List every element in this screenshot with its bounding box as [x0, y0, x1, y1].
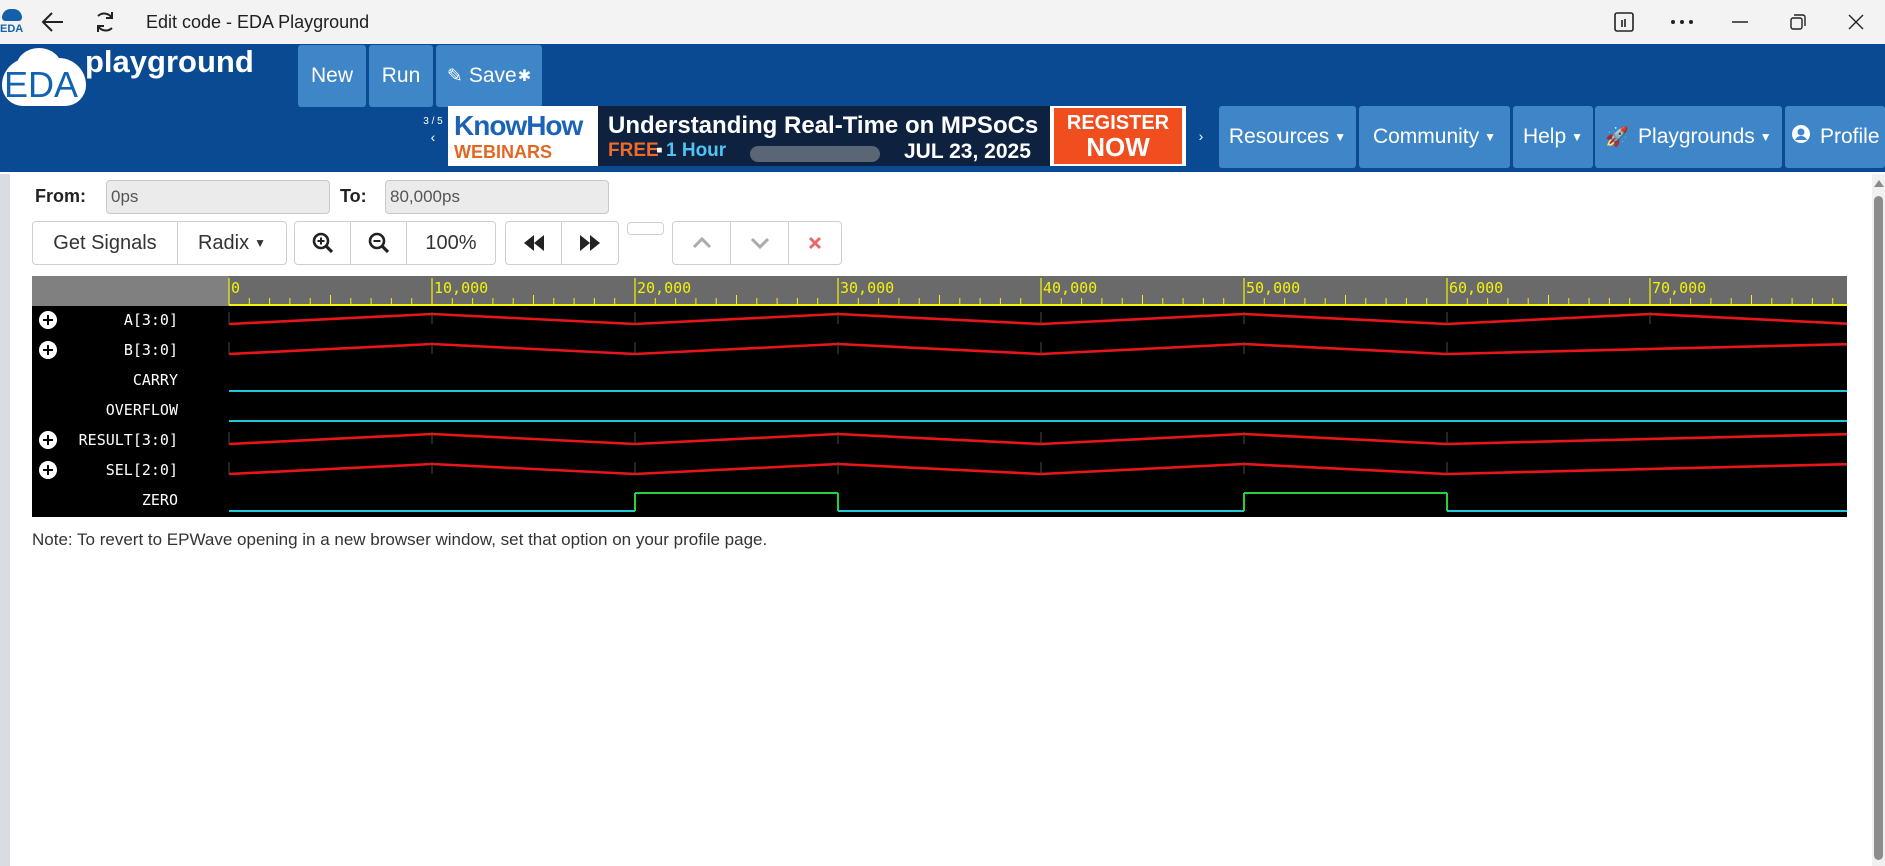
expand-signal-icon [39, 431, 57, 449]
empty-toggle-button[interactable] [627, 222, 664, 235]
chevron-down-icon [750, 237, 769, 249]
register-now-button[interactable]: REGISTER NOW [1054, 108, 1182, 164]
zoom-in-button[interactable] [295, 222, 351, 264]
ad-counter: 3 / 5 [423, 116, 443, 127]
from-label: From: [35, 186, 86, 206]
expand-signal-icon [39, 461, 57, 479]
tick-label: 60,000 [1449, 279, 1503, 297]
caret-down-icon: ▼ [1571, 130, 1584, 144]
fast-backward-icon [523, 235, 544, 251]
radix-dropdown[interactable]: Radix ▼ [178, 222, 286, 264]
signal-name: ZERO [142, 491, 178, 509]
run-button[interactable]: Run [369, 45, 433, 107]
vertical-scrollbar[interactable] [1872, 174, 1885, 866]
close-icon [808, 236, 822, 250]
signal-name: SEL[2:0] [106, 461, 178, 479]
nav-profile[interactable]: Profile [1785, 106, 1885, 168]
back-arrow-icon[interactable] [36, 5, 70, 39]
tick-label: 20,000 [637, 279, 691, 297]
ad-banner[interactable]: KnowHow WEBINARS Understanding Real-Time… [448, 106, 1186, 166]
tick-label: 0 [231, 279, 240, 297]
app-available-icon[interactable] [1595, 0, 1653, 44]
zoom-out-icon [368, 232, 389, 254]
rocket-icon: 🚀 [1605, 127, 1630, 148]
signal-name: RESULT[3:0] [79, 431, 178, 449]
unsaved-mark: ✱ [517, 68, 532, 85]
epwave-note: Note: To revert to EPWave opening in a n… [32, 530, 768, 549]
get-signals-button[interactable]: Get Signals [33, 222, 178, 264]
tick-label: 40,000 [1043, 279, 1097, 297]
left-strip [0, 174, 10, 866]
window-title: Edit code - EDA Playground [146, 11, 370, 32]
user-circle-icon [1791, 124, 1811, 150]
tick-label: 10,000 [434, 279, 488, 297]
ad-prev-button[interactable]: 3 / 5 ‹ [420, 110, 446, 168]
caret-down-icon: ▼ [1334, 130, 1347, 144]
tick-label: 50,000 [1246, 279, 1300, 297]
nav-resources[interactable]: Resources ▼ [1219, 106, 1356, 168]
browser-titlebar: EDA Edit code - EDA Playground [0, 0, 1885, 44]
zoom-level[interactable]: 100% [407, 222, 495, 264]
tick-label: 70,000 [1652, 279, 1706, 297]
to-label: To: [340, 186, 367, 206]
pencil-icon: ✎ [446, 65, 463, 87]
signal-name: OVERFLOW [106, 401, 179, 419]
scroll-thumb [1874, 196, 1883, 860]
ruler-corner [32, 276, 229, 306]
nav-community[interactable]: Community ▼ [1359, 106, 1510, 168]
app-logo-icon: EDA [0, 7, 26, 37]
refresh-icon[interactable] [88, 5, 122, 39]
to-input[interactable] [385, 180, 609, 214]
caret-down-icon: ▼ [254, 236, 267, 250]
chevron-right-icon: › [1198, 128, 1204, 144]
new-button[interactable]: New [298, 45, 366, 107]
waveform-viewer[interactable]: 0 10,000 20,000 30,000 40,000 50,000 60,000 70,… [32, 276, 1847, 517]
nav-help[interactable]: Help ▼ [1513, 106, 1593, 168]
caret-down-icon: ▼ [1484, 130, 1497, 144]
zoom-out-button[interactable] [351, 222, 407, 264]
close-window-icon[interactable] [1827, 0, 1885, 44]
site-header: EDA playground New Run ✎ Save ✱ 3 / 5 ‹ K… [0, 44, 1885, 172]
waveform-background [32, 276, 1847, 517]
save-button[interactable]: ✎ Save ✱ [436, 45, 542, 107]
restore-icon[interactable] [1769, 0, 1827, 44]
nav-playgrounds[interactable]: 🚀 Playgrounds ▼ [1595, 106, 1782, 168]
from-input[interactable] [106, 180, 330, 214]
signal-name: CARRY [133, 371, 178, 389]
move-down-button[interactable] [731, 222, 789, 264]
jump-backward-button[interactable] [506, 222, 562, 264]
fast-forward-icon [580, 235, 600, 251]
scroll-up-icon [1874, 180, 1884, 187]
tick-label: 30,000 [840, 279, 894, 297]
zoom-group: 100% [294, 221, 496, 265]
expand-signal-icon [39, 311, 57, 329]
signals-radix-group: Get Signals Radix ▼ [32, 221, 287, 265]
remove-signal-button[interactable] [789, 222, 841, 264]
jump-forward-button[interactable] [562, 222, 618, 264]
zoom-in-icon [312, 232, 333, 254]
minimize-icon[interactable] [1711, 0, 1769, 44]
caret-down-icon: ▼ [1759, 130, 1772, 144]
chevron-up-icon [692, 237, 711, 249]
signal-name: B[3:0] [124, 341, 178, 359]
move-up-button[interactable] [673, 222, 731, 264]
eda-playground-logo[interactable]: EDA playground [0, 44, 270, 106]
navigation-group [505, 221, 619, 265]
chevron-left-icon: ‹ [430, 129, 436, 145]
signal-name: A[3:0] [124, 311, 178, 329]
signal-order-group [672, 221, 842, 265]
expand-signal-icon [39, 341, 57, 359]
ad-next-button[interactable]: › [1188, 106, 1214, 166]
more-options-icon[interactable] [1653, 0, 1711, 44]
